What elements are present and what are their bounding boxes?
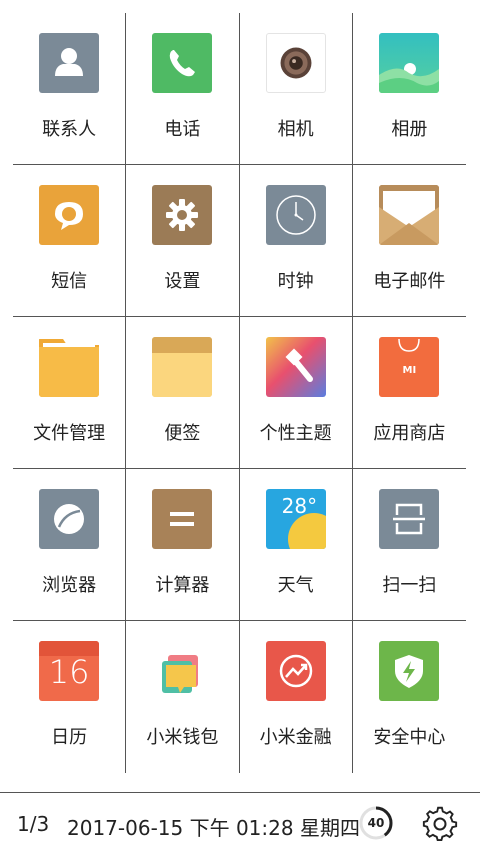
app-label: 文件管理 [33, 423, 106, 444]
clock-icon [265, 185, 326, 245]
app-app-store[interactable]: MI 应用商店 [352, 317, 466, 469]
app-file-manager[interactable]: 文件管理 [13, 317, 127, 469]
app-label: 短信 [51, 271, 88, 292]
email-icon [379, 185, 440, 245]
app-label: 小米钱包 [146, 727, 219, 748]
app-email[interactable]: 电子邮件 [352, 165, 466, 317]
app-label: 小米金融 [259, 727, 332, 748]
scanner-icon [379, 489, 440, 549]
app-calculator[interactable]: 计算器 [126, 469, 240, 621]
gallery-icon [379, 33, 440, 93]
app-wallet[interactable]: 小米钱包 [126, 621, 240, 773]
folder-icon [39, 337, 100, 397]
browser-icon [39, 489, 100, 549]
app-label: 设置 [164, 271, 201, 292]
app-label: 个性主题 [259, 423, 332, 444]
phone-icon [152, 33, 213, 93]
app-clock[interactable]: 时钟 [239, 165, 353, 317]
battery-level: 40 [367, 816, 385, 830]
app-camera[interactable]: 相机 [239, 13, 353, 165]
app-label: 安全中心 [373, 727, 446, 748]
app-label: 应用商店 [373, 423, 446, 444]
app-contacts[interactable]: 联系人 [13, 13, 127, 165]
app-calendar[interactable]: 16 日历 [13, 621, 127, 773]
app-label: 电话 [164, 119, 201, 140]
calculator-icon [152, 489, 213, 549]
camera-icon [265, 33, 326, 93]
app-label: 联系人 [42, 119, 97, 140]
app-label: 浏览器 [42, 575, 97, 596]
calendar-day: 16 [48, 653, 90, 691]
app-grid: 联系人 电话 相机 相册 短信 设置 时钟 电子邮件 文件管理 便签 个性主题 … [13, 13, 466, 773]
app-label: 相册 [391, 119, 428, 140]
app-label: 时钟 [277, 271, 314, 292]
wallet-icon [152, 641, 212, 701]
app-settings[interactable]: 设置 [126, 165, 240, 317]
app-security[interactable]: 安全中心 [353, 621, 466, 773]
app-store-icon: MI [379, 337, 440, 397]
app-weather[interactable]: 28° 天气 [239, 469, 353, 621]
gear-icon[interactable] [421, 805, 459, 843]
date-time: 2017-06-15 下午 01:28 星期四 [67, 816, 360, 840]
page-indicator: 1/3 [17, 812, 50, 836]
app-finance[interactable]: 小米金融 [240, 621, 353, 773]
settings-icon [152, 185, 213, 245]
app-themes[interactable]: 个性主题 [239, 317, 353, 469]
app-gallery[interactable]: 相册 [352, 13, 466, 165]
calendar-icon: 16 [39, 641, 100, 701]
security-icon [379, 641, 440, 701]
app-store-badge: MI [402, 365, 417, 376]
weather-icon: 28° [265, 489, 326, 549]
app-label: 相机 [277, 119, 314, 140]
contacts-icon [39, 33, 100, 93]
message-icon [39, 185, 100, 245]
app-label: 日历 [51, 727, 88, 748]
app-label: 电子邮件 [373, 271, 446, 292]
app-phone[interactable]: 电话 [126, 13, 240, 165]
app-label: 便签 [164, 423, 201, 444]
app-scanner[interactable]: 扫一扫 [352, 469, 466, 621]
app-browser[interactable]: 浏览器 [13, 469, 127, 621]
finance-icon [265, 641, 326, 701]
app-messages[interactable]: 短信 [13, 165, 127, 317]
app-label: 计算器 [155, 575, 210, 596]
app-label: 扫一扫 [382, 575, 437, 596]
weather-temp: 28° [281, 494, 318, 518]
app-notes[interactable]: 便签 [126, 317, 240, 469]
notes-icon [152, 337, 213, 397]
status-bar: 1/3 2017-06-15 下午 01:28 星期四 40 [0, 793, 480, 853]
themes-icon [265, 337, 326, 397]
app-label: 天气 [277, 575, 314, 596]
